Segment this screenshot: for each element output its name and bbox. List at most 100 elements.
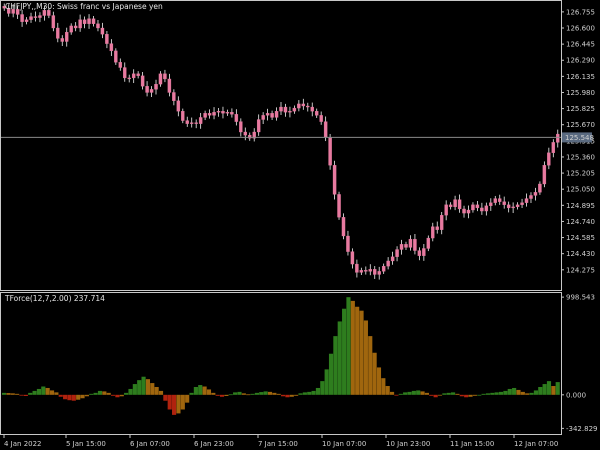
- candle-body: [114, 50, 118, 63]
- candle-body: [212, 112, 216, 116]
- candle-body: [533, 192, 538, 196]
- candle-body: [404, 244, 408, 248]
- candle-body: [515, 204, 520, 208]
- histogram-bar: [307, 391, 312, 395]
- candle-body: [24, 19, 29, 22]
- candle-body: [243, 131, 248, 136]
- candle-body: [457, 199, 462, 210]
- histogram-bar: [32, 390, 37, 395]
- histogram-bar: [311, 390, 316, 395]
- time-tick-label: 10 Jan 07:00: [322, 440, 366, 448]
- histogram-bar: [145, 379, 151, 395]
- histogram-bar: [512, 387, 517, 395]
- candle-body: [323, 121, 328, 138]
- histogram-bar: [150, 383, 155, 395]
- candle-body: [118, 62, 123, 68]
- candle-body: [47, 10, 51, 16]
- candle-body: [542, 165, 547, 185]
- chart-canvas: CHFJPY,,M30: Swiss franc vs Japanese yen…: [0, 0, 600, 450]
- candle-body: [444, 204, 448, 216]
- candle-body: [475, 204, 480, 209]
- histogram-bar: [468, 394, 473, 397]
- histogram-bar: [163, 394, 168, 401]
- candle-body: [359, 270, 364, 273]
- indicator-tick-label: 0.000: [566, 391, 586, 399]
- candle-body: [448, 204, 453, 208]
- histogram-bar: [28, 392, 33, 395]
- candle-body: [163, 73, 167, 80]
- price-tick-label: 124.585: [566, 234, 595, 242]
- histogram-bar: [394, 394, 399, 396]
- candle-body: [350, 251, 355, 265]
- candle-body: [301, 103, 306, 107]
- indicator-tick-label: -342.829: [566, 425, 597, 433]
- candle-body: [466, 209, 471, 214]
- histogram-bar: [372, 352, 377, 395]
- histogram-bar: [289, 394, 294, 397]
- chart-background: [0, 0, 600, 450]
- candle-body: [408, 238, 413, 248]
- candle-body: [274, 111, 279, 118]
- histogram-bar: [346, 297, 351, 395]
- candle-body: [109, 43, 114, 52]
- candle-body: [355, 263, 359, 273]
- histogram-bar: [437, 394, 443, 396]
- candle-body: [306, 105, 310, 108]
- candle-body: [314, 111, 319, 116]
- histogram-bar: [503, 390, 508, 395]
- time-tick-label: 10 Jan 23:00: [386, 440, 430, 448]
- histogram-bar: [298, 393, 303, 395]
- histogram-bar: [71, 394, 76, 401]
- indicator-title: TForce(12,7,2.00) 237.714: [4, 294, 105, 303]
- candle-body: [234, 114, 239, 122]
- histogram-bar: [93, 392, 98, 395]
- candle-body: [33, 16, 38, 18]
- candle-body: [547, 152, 551, 166]
- candle-body: [82, 19, 87, 24]
- time-tick-label: 6 Jan 07:00: [130, 440, 170, 448]
- histogram-bar: [45, 387, 50, 395]
- candle-body: [51, 15, 56, 29]
- candle-body: [78, 19, 82, 29]
- candle-body: [221, 111, 225, 114]
- histogram-bar: [555, 382, 560, 395]
- histogram-bar: [337, 321, 342, 395]
- price-tick-label: 125.980: [566, 89, 595, 97]
- histogram-bar: [411, 390, 416, 395]
- histogram-bar: [472, 394, 477, 396]
- candle-body: [239, 121, 243, 133]
- histogram-bar: [67, 394, 72, 401]
- candle-body: [386, 260, 390, 267]
- candle-body: [292, 107, 297, 112]
- histogram-bar: [76, 394, 81, 400]
- histogram-bar: [459, 394, 464, 397]
- histogram-bar: [355, 306, 360, 395]
- histogram-bar: [546, 381, 552, 395]
- histogram-bar: [19, 394, 24, 396]
- histogram-bar: [128, 388, 133, 395]
- histogram-bar: [538, 386, 543, 395]
- histogram-bar: [363, 320, 368, 395]
- candle-body: [364, 270, 368, 272]
- histogram-bar: [342, 308, 347, 395]
- histogram-bar: [241, 393, 246, 395]
- candle-body: [131, 73, 136, 79]
- histogram-bar: [529, 392, 534, 395]
- candle-body: [332, 165, 337, 195]
- candle-body: [261, 115, 265, 120]
- histogram-bar: [263, 391, 268, 395]
- candle-body: [413, 238, 417, 251]
- candle-body: [256, 119, 261, 133]
- histogram-bar: [416, 390, 421, 395]
- price-tick-label: 124.275: [566, 266, 595, 274]
- histogram-bar: [424, 392, 430, 395]
- candle-body: [176, 100, 181, 112]
- candle-body: [439, 215, 444, 230]
- candle-body: [136, 73, 140, 76]
- histogram-bar: [54, 392, 59, 395]
- candle-body: [538, 183, 542, 193]
- candle-body: [480, 207, 484, 212]
- histogram-bar: [63, 394, 68, 400]
- histogram-bar: [267, 391, 273, 395]
- candle-body: [346, 235, 350, 252]
